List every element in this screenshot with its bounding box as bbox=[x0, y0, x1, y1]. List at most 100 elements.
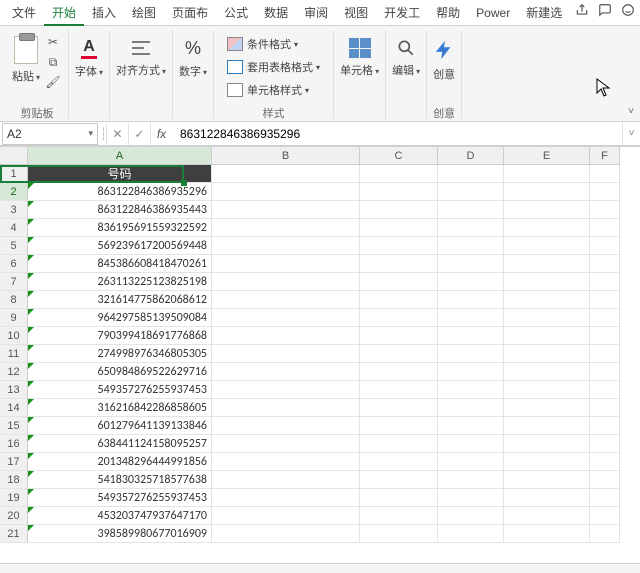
cell-E8[interactable] bbox=[504, 291, 590, 309]
cell-E2[interactable] bbox=[504, 183, 590, 201]
cell-C3[interactable] bbox=[360, 201, 438, 219]
cell-E10[interactable] bbox=[504, 327, 590, 345]
cell-D10[interactable] bbox=[438, 327, 504, 345]
cell-C17[interactable] bbox=[360, 453, 438, 471]
cell-style-button[interactable]: 单元格样式▾ bbox=[227, 80, 309, 100]
cell-C16[interactable] bbox=[360, 435, 438, 453]
row-header-3[interactable]: 3 bbox=[0, 201, 28, 219]
cell-D11[interactable] bbox=[438, 345, 504, 363]
cell-B2[interactable] bbox=[212, 183, 360, 201]
tab-home[interactable]: 开始 bbox=[44, 0, 84, 26]
cell-A8[interactable]: 321614775862068612 bbox=[28, 291, 212, 309]
cell-D20[interactable] bbox=[438, 507, 504, 525]
cell-C2[interactable] bbox=[360, 183, 438, 201]
cell-A4[interactable]: 836195691559322592 bbox=[28, 219, 212, 237]
cell-C11[interactable] bbox=[360, 345, 438, 363]
ribbon-collapse-icon[interactable]: ˅ bbox=[628, 106, 634, 117]
row-header-10[interactable]: 10 bbox=[0, 327, 28, 345]
row-header-9[interactable]: 9 bbox=[0, 309, 28, 327]
cell-B17[interactable] bbox=[212, 453, 360, 471]
cell-E12[interactable] bbox=[504, 363, 590, 381]
cell-D17[interactable] bbox=[438, 453, 504, 471]
cell-E15[interactable] bbox=[504, 417, 590, 435]
row-header-20[interactable]: 20 bbox=[0, 507, 28, 525]
cell-A19[interactable]: 549357276255937453 bbox=[28, 489, 212, 507]
cell-A13[interactable]: 549357276255937453 bbox=[28, 381, 212, 399]
cell-A18[interactable]: 541830325718577638 bbox=[28, 471, 212, 489]
cell-A12[interactable]: 650984869522629716 bbox=[28, 363, 212, 381]
cell-F4[interactable] bbox=[590, 219, 620, 237]
cell-F5[interactable] bbox=[590, 237, 620, 255]
cell-B6[interactable] bbox=[212, 255, 360, 273]
paste-button[interactable]: 粘贴 bbox=[12, 36, 40, 84]
row-header-19[interactable]: 19 bbox=[0, 489, 28, 507]
cell-C7[interactable] bbox=[360, 273, 438, 291]
cell-B1[interactable] bbox=[212, 165, 360, 183]
row-header-7[interactable]: 7 bbox=[0, 273, 28, 291]
cell-C1[interactable] bbox=[360, 165, 438, 183]
col-header-E[interactable]: E bbox=[504, 147, 590, 165]
cell-E16[interactable] bbox=[504, 435, 590, 453]
cell-A5[interactable]: 569239617200569448 bbox=[28, 237, 212, 255]
cell-F20[interactable] bbox=[590, 507, 620, 525]
tab-insert[interactable]: 插入 bbox=[84, 0, 124, 26]
select-all-corner[interactable] bbox=[0, 147, 28, 165]
cell-D18[interactable] bbox=[438, 471, 504, 489]
cell-C6[interactable] bbox=[360, 255, 438, 273]
cell-F3[interactable] bbox=[590, 201, 620, 219]
cell-B5[interactable] bbox=[212, 237, 360, 255]
cell-D19[interactable] bbox=[438, 489, 504, 507]
copy-icon[interactable]: ⧉ bbox=[44, 54, 62, 70]
cell-F9[interactable] bbox=[590, 309, 620, 327]
cell-F14[interactable] bbox=[590, 399, 620, 417]
row-header-17[interactable]: 17 bbox=[0, 453, 28, 471]
cell-E14[interactable] bbox=[504, 399, 590, 417]
tab-file[interactable]: 文件 bbox=[4, 0, 44, 26]
cell-B19[interactable] bbox=[212, 489, 360, 507]
row-header-12[interactable]: 12 bbox=[0, 363, 28, 381]
cell-B15[interactable] bbox=[212, 417, 360, 435]
enter-formula-button[interactable]: ✓ bbox=[128, 123, 150, 145]
cell-E1[interactable] bbox=[504, 165, 590, 183]
tab-review[interactable]: 审阅 bbox=[296, 0, 336, 26]
cell-C15[interactable] bbox=[360, 417, 438, 435]
row-header-11[interactable]: 11 bbox=[0, 345, 28, 363]
row-header-15[interactable]: 15 bbox=[0, 417, 28, 435]
col-header-C[interactable]: C bbox=[360, 147, 438, 165]
cell-E4[interactable] bbox=[504, 219, 590, 237]
cell-B16[interactable] bbox=[212, 435, 360, 453]
cell-B3[interactable] bbox=[212, 201, 360, 219]
cell-A10[interactable]: 790399418691776868 bbox=[28, 327, 212, 345]
cell-C20[interactable] bbox=[360, 507, 438, 525]
cell-A3[interactable]: 863122846386935443 bbox=[28, 201, 212, 219]
cell-B11[interactable] bbox=[212, 345, 360, 363]
cell-B20[interactable] bbox=[212, 507, 360, 525]
cell-D7[interactable] bbox=[438, 273, 504, 291]
expand-formula-bar-icon[interactable]: ˅ bbox=[622, 123, 640, 145]
cell-D21[interactable] bbox=[438, 525, 504, 543]
share-icon[interactable] bbox=[570, 0, 593, 26]
cell-C18[interactable] bbox=[360, 471, 438, 489]
cell-E5[interactable] bbox=[504, 237, 590, 255]
cell-C10[interactable] bbox=[360, 327, 438, 345]
cell-A2[interactable]: 863122846386935296 bbox=[28, 183, 212, 201]
col-header-A[interactable]: A bbox=[28, 147, 212, 165]
cell-D15[interactable] bbox=[438, 417, 504, 435]
table-format-button[interactable]: 套用表格格式▾ bbox=[227, 57, 320, 77]
cell-F7[interactable] bbox=[590, 273, 620, 291]
tab-help[interactable]: 帮助 bbox=[428, 0, 468, 26]
cell-D2[interactable] bbox=[438, 183, 504, 201]
col-header-B[interactable]: B bbox=[212, 147, 360, 165]
cell-B8[interactable] bbox=[212, 291, 360, 309]
cell-F13[interactable] bbox=[590, 381, 620, 399]
tab-new[interactable]: 新建选 bbox=[518, 0, 570, 26]
horizontal-scrollbar[interactable] bbox=[0, 563, 640, 573]
cell-F18[interactable] bbox=[590, 471, 620, 489]
cell-D14[interactable] bbox=[438, 399, 504, 417]
cell-D13[interactable] bbox=[438, 381, 504, 399]
cell-D9[interactable] bbox=[438, 309, 504, 327]
row-header-1[interactable]: 1 bbox=[0, 165, 28, 183]
cell-D1[interactable] bbox=[438, 165, 504, 183]
cut-icon[interactable]: ✂ bbox=[44, 34, 62, 50]
cell-F21[interactable] bbox=[590, 525, 620, 543]
